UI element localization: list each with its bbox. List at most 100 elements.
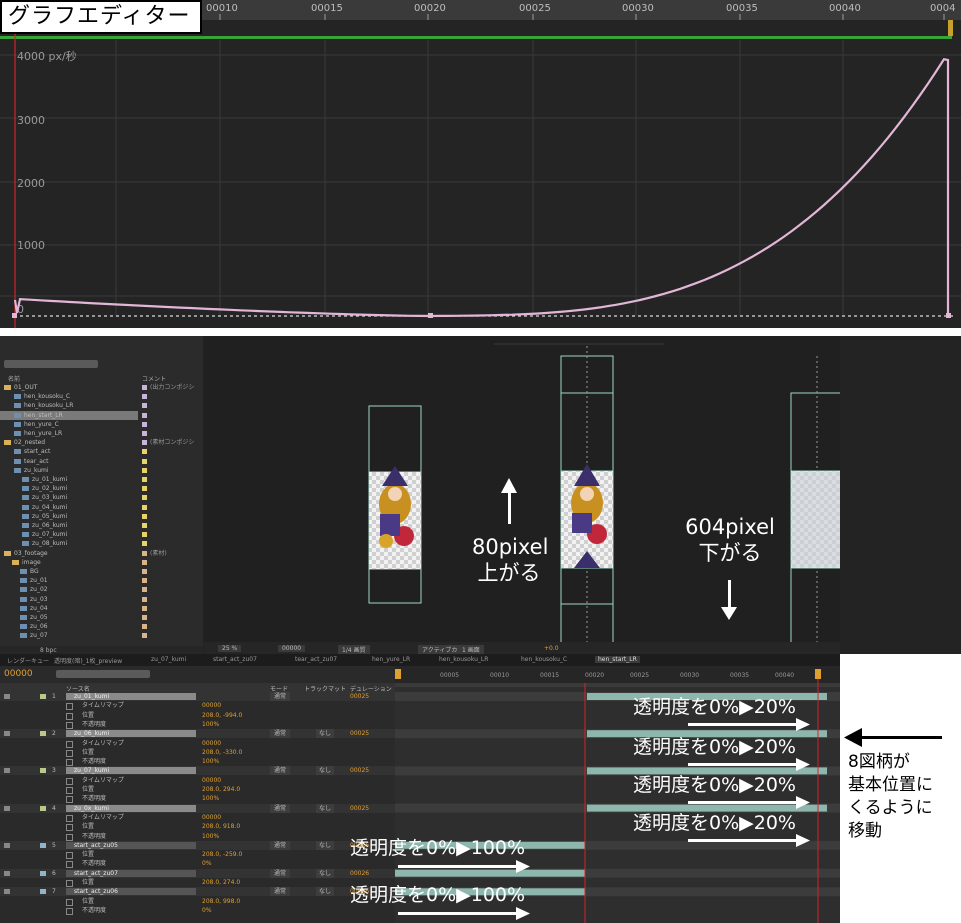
bpc-label[interactable]: 8 bpc	[40, 647, 57, 654]
layer-duration[interactable]: 00026	[350, 841, 369, 850]
stopwatch-icon[interactable]	[66, 759, 73, 767]
stopwatch-icon[interactable]	[66, 740, 73, 748]
visibility-eye-icon[interactable]	[4, 694, 10, 699]
project-item-list[interactable]: 01_OUT (出力コンポジシ hen_kousoku_C hen_kousoku_L…	[0, 383, 203, 653]
property-row[interactable]: 不透明度 0%	[0, 906, 395, 915]
stopwatch-icon[interactable]	[66, 880, 73, 887]
timeline-tab[interactable]: hen_kousoku_C	[518, 656, 570, 663]
composition-viewer[interactable]: 80pixel 上がる 604pixel 下がる 25 % 00000 1/4 …	[204, 336, 840, 654]
label-color-swatch[interactable]	[142, 615, 147, 620]
layer-label-swatch[interactable]	[40, 870, 46, 876]
label-color-swatch[interactable]	[142, 412, 147, 418]
label-color-swatch[interactable]	[142, 504, 147, 510]
stopwatch-icon[interactable]	[66, 703, 73, 711]
zoom-select[interactable]: 25 %	[218, 645, 242, 652]
property-value[interactable]: 208.0, -330.0	[202, 748, 242, 757]
timeline-layer-panel[interactable]: 00000 ソース名 モード トラックマット デュレーション 1 zu_01_ku…	[0, 666, 395, 923]
parent-select[interactable]: なし	[316, 887, 335, 897]
timeline-tab[interactable]: レンダーキュー	[4, 656, 52, 665]
timeline-tab[interactable]: zu_07_kumi	[148, 656, 189, 663]
property-value[interactable]: 100%	[202, 720, 219, 729]
parent-select[interactable]: なし	[316, 840, 335, 850]
property-row[interactable]: 位置 208.0, 918.0	[0, 822, 395, 832]
timeline-search-input[interactable]	[56, 670, 150, 678]
project-item[interactable]: hen_start_LR	[0, 410, 147, 420]
property-row[interactable]: 不透明度 100%	[0, 832, 395, 841]
layer-row[interactable]: 6 start_act_zu07 通常 なし 00026	[0, 868, 395, 878]
composition-canvas[interactable]	[204, 336, 840, 654]
stopwatch-icon[interactable]	[66, 814, 73, 822]
layer-label-swatch[interactable]	[40, 889, 46, 895]
project-item[interactable]: zu_04	[0, 604, 203, 613]
label-color-swatch[interactable]	[142, 449, 147, 455]
layer-label-swatch[interactable]	[40, 694, 46, 699]
project-item[interactable]: zu_kumi	[0, 466, 203, 475]
keyframe-start[interactable]	[12, 313, 17, 318]
label-color-swatch[interactable]	[142, 523, 147, 528]
property-row[interactable]: 位置 208.0, 998.0	[0, 897, 395, 906]
project-item[interactable]: zu_01_kumi	[0, 475, 203, 484]
project-item[interactable]: zu_07	[0, 631, 203, 640]
blend-mode-select[interactable]: 通常	[270, 692, 291, 701]
timeline-tab[interactable]: 透明度(暗)_1枚_preview	[51, 656, 125, 665]
layer-duration[interactable]: 00026	[350, 887, 369, 896]
layer-row[interactable]: 7 start_act_zu06 通常 なし 00026	[0, 887, 395, 897]
stopwatch-icon[interactable]	[66, 824, 73, 832]
property-value[interactable]: 100%	[202, 832, 219, 841]
property-value[interactable]: 0%	[202, 859, 212, 868]
layer-row[interactable]: 1 zu_01_kumi 通常 00025	[0, 692, 395, 701]
label-color-swatch[interactable]	[142, 421, 147, 427]
label-color-swatch[interactable]	[142, 440, 147, 446]
parent-select[interactable]: なし	[316, 766, 335, 776]
track-canvas[interactable]: 00005 00010 00015 00020 00025 00030 00035 00040	[395, 666, 840, 923]
stopwatch-icon[interactable]	[66, 749, 73, 757]
project-search-input[interactable]	[4, 360, 98, 368]
project-item[interactable]: 03_footage (素材)	[0, 549, 203, 558]
project-item[interactable]: zu_08_kumi	[0, 539, 203, 548]
stopwatch-icon[interactable]	[66, 787, 73, 794]
property-row[interactable]: タイムリマップ 00000	[0, 739, 395, 748]
timeline-tab-bar[interactable]: レンダーキュー 透明度(暗)_1枚_preview zu_07_kumi start_…	[0, 654, 840, 666]
layer-rows[interactable]: 1 zu_01_kumi 通常 00025 タイムリマップ 00000 位置 208.0, -…	[0, 692, 395, 923]
label-color-swatch[interactable]	[142, 467, 147, 473]
label-color-swatch[interactable]	[142, 569, 147, 574]
layer-duration[interactable]: 00025	[350, 729, 369, 738]
project-item[interactable]: hen_yure_C	[0, 420, 203, 429]
exposure-value[interactable]: +0.0	[544, 645, 559, 652]
project-item[interactable]: zu_07_kumi	[0, 530, 203, 539]
label-color-swatch[interactable]	[142, 394, 147, 400]
visibility-eye-icon[interactable]	[4, 870, 10, 876]
label-color-swatch[interactable]	[142, 458, 147, 464]
timeline-tab[interactable]: tear_act_zu07	[292, 656, 340, 663]
project-item[interactable]: zu_04_kumi	[0, 503, 203, 512]
label-color-swatch[interactable]	[142, 624, 147, 630]
layer-duration[interactable]: 00026	[350, 869, 369, 878]
layer-row[interactable]: 4 zu_0x_kumi 通常 なし 00025	[0, 803, 395, 813]
timeline-tab[interactable]: hen_start_LR	[595, 656, 640, 663]
visibility-eye-icon[interactable]	[4, 768, 10, 774]
timeline-tab[interactable]: hen_yure_LR	[369, 656, 413, 663]
viewer-toolbar[interactable]: 25 % 00000 1/4 画質 アクティブカメラ 1 画面 +0.0	[204, 642, 840, 654]
timeline-tab[interactable]: start_act_zu07	[210, 656, 260, 663]
stopwatch-icon[interactable]	[66, 833, 73, 841]
project-item[interactable]: start_act	[0, 447, 203, 456]
property-row[interactable]: 位置 208.0, -330.0	[0, 748, 395, 757]
layer-duration[interactable]: 00025	[350, 692, 369, 701]
visibility-eye-icon[interactable]	[4, 805, 10, 811]
parent-select[interactable]: なし	[316, 803, 335, 813]
label-color-swatch[interactable]	[142, 513, 147, 519]
label-color-swatch[interactable]	[142, 431, 147, 436]
project-item[interactable]: zu_03_kumi	[0, 493, 203, 502]
property-row[interactable]: 不透明度 100%	[0, 720, 395, 729]
layer-duration[interactable]: 00025	[350, 804, 369, 813]
views-select[interactable]: 1 画面	[458, 645, 484, 654]
project-item[interactable]: zu_02_kumi	[0, 484, 203, 493]
label-color-swatch[interactable]	[142, 403, 147, 409]
layer-row[interactable]: 3 zu_07_kumi 通常 なし 00025	[0, 766, 395, 776]
label-color-swatch[interactable]	[142, 385, 147, 390]
label-color-swatch[interactable]	[142, 486, 147, 492]
project-item[interactable]: zu_06_kumi	[0, 521, 203, 530]
property-row[interactable]: 位置 208.0, 274.0	[0, 878, 395, 887]
timeline-tab[interactable]: hen_kousoku_LR	[436, 656, 491, 663]
property-row[interactable]: 位置 208.0, -259.0	[0, 850, 395, 860]
